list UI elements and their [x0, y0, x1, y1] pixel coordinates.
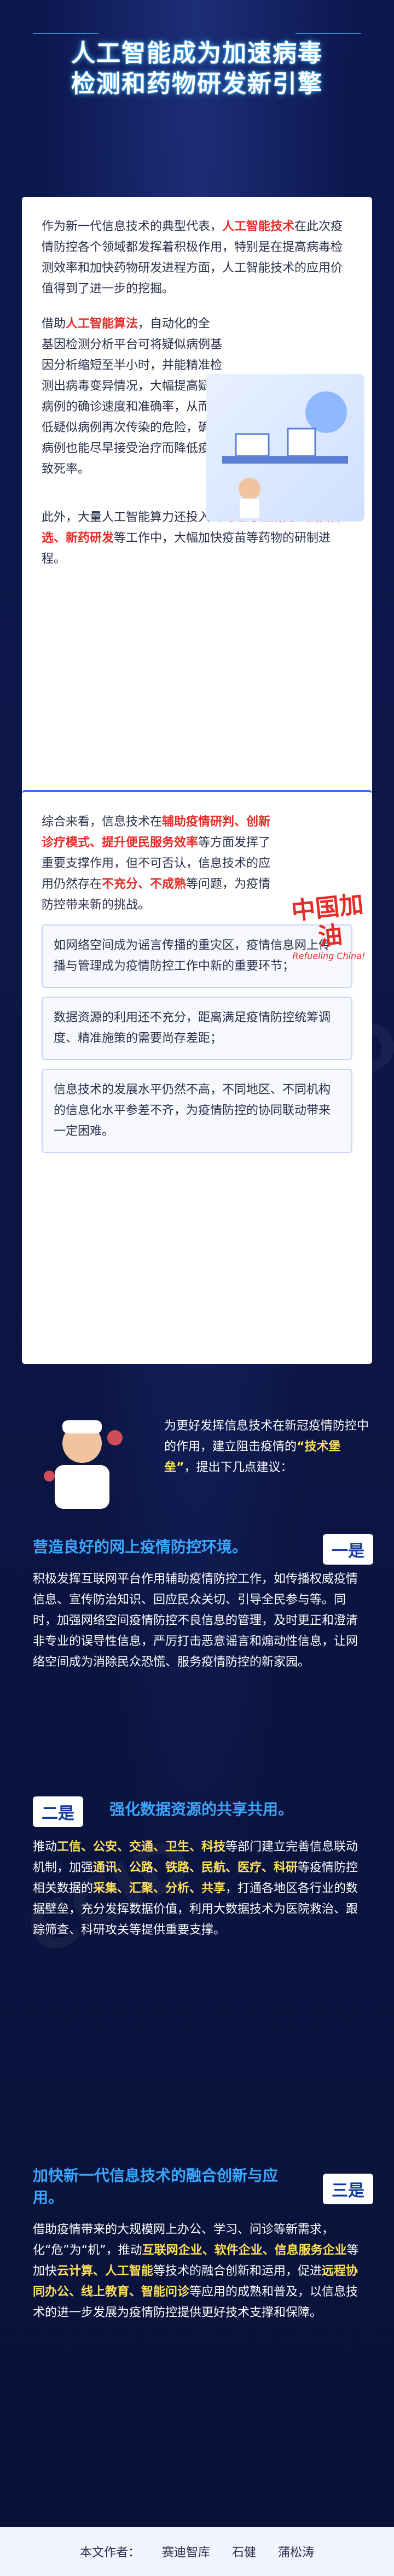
lab-illustration [206, 374, 364, 522]
author-footer: 本文作者： 赛迪智库 石健 蒲松涛 [0, 2527, 394, 2576]
intro-text: 为更好发挥信息技术在新冠疫情防控中的作用，建立阻击疫情的“技术堡垒”，提出下几点… [164, 1416, 372, 1478]
highlight: 采集、汇聚、分析、共享 [93, 1882, 226, 1895]
title-line-2: 检测和药物研发新引擎 [71, 70, 323, 98]
section-heading: 营造良好的网上疫情防控环境。 [33, 1538, 248, 1556]
author-name: 石健 [232, 2546, 257, 2560]
recommendations-intro: 为更好发挥信息技术在新冠疫情防控中的作用，建立阻击疫情的“技术堡垒”，提出下几点… [0, 1410, 394, 1520]
lab-icon [222, 391, 348, 518]
paragraph-1: 作为新一代信息技术的典型代表，人工智能技术在此次疫情防控各个领域都发挥着积极作用… [42, 216, 352, 300]
issue-text: 信息技术的发展水平仍然不高，不同地区、不同机构的信息化水平参差不齐，为疫情防控的… [54, 1083, 331, 1138]
doctor-illustration [33, 1410, 131, 1514]
author-org: 赛迪智库 [161, 2546, 210, 2560]
text: 综合来看，信息技术在 [42, 815, 163, 829]
text: 推动 [33, 1840, 57, 1854]
badge-chinese: 中国加油 [289, 890, 365, 952]
text: 此外，大量人工智能算力还投入到 [42, 511, 223, 524]
section-body: 推动工信、公安、交通、卫生、科技等部门建立完善信息联动机制，加强通讯、公路、铁路… [33, 1837, 361, 1941]
highlight: 人工智能算法 [66, 317, 138, 331]
refueling-china-badge: 中国加油 Refueling China! [282, 890, 375, 961]
section-heading: 强化数据资源的共享共用。 [109, 1800, 294, 1818]
paragraph-2: 借助人工智能算法，自动化的全基因检测分析平台可将疑似病例基因分析缩短至半小时，并… [42, 314, 222, 480]
title-deco-line [296, 33, 361, 34]
ai-intro-panel: 作为新一代信息技术的典型代表，人工智能技术在此次疫情防控各个领域都发挥着积极作用… [22, 197, 372, 886]
highlight: 不充分、不成熟 [102, 877, 187, 891]
summary-paragraph: 综合来看，信息技术在辅助疫情研判、创新诊疗模式、提升便民服务效率等方面发挥了重要… [42, 812, 277, 916]
author-label: 本文作者： [79, 2546, 140, 2560]
section-heading: 加快新一代信息技术的融合创新与应用。 [33, 2167, 279, 2206]
issue-box-2: 数据资源的利用还不充分，距离满足疫情防控统筹调度、精准施策的需要尚存差距； [42, 997, 352, 1060]
section-number: 二是 [33, 1796, 83, 1827]
highlight: 通讯、公路、铁路、民航、医疗、科研 [93, 1861, 298, 1875]
title-line-1: 人工智能成为加速病毒 [71, 39, 323, 67]
section-body: 积极发挥互联网平台作用辅助疫情防控工作，如传播权威疫情信息、宣传防治知识、回应民… [33, 1572, 358, 1669]
section-number: 三是 [323, 2174, 373, 2204]
text: ，自动化的全基因检测分析平台可将疑似病例基因分析缩短至半小时，并能精准检测出病毒… [42, 317, 223, 476]
text: 等技术的融合创新和运用，促进 [153, 2264, 322, 2278]
challenges-panel: 综合来看，信息技术在辅助疫情研判、创新诊疗模式、提升便民服务效率等方面发挥了重要… [22, 790, 372, 1364]
text: ，提出下几点建议： [184, 1461, 293, 1474]
doctor-icon [44, 1420, 123, 1509]
text: 作为新一代信息技术的典型代表， [42, 220, 223, 233]
page-title: 人工智能成为加速病毒 检测和药物研发新引擎 [0, 38, 394, 99]
issue-text: 数据资源的利用还不充分，距离满足疫情防控统筹调度、精准施策的需要尚存差距； [54, 1011, 331, 1045]
highlight: 人工智能技术 [222, 220, 295, 233]
highlight: 工信、公安、交通、卫生、科技 [57, 1840, 226, 1854]
highlight: 互联网企业、软件企业、信息服务企业 [142, 2244, 347, 2257]
title-deco-line [33, 33, 99, 34]
section-number: 一是 [323, 1534, 373, 1565]
issue-box-3: 信息技术的发展水平仍然不高，不同地区、不同机构的信息化水平参差不齐，为疫情防控的… [42, 1069, 352, 1153]
author-name: 蒲松涛 [278, 2546, 315, 2560]
highlight: 云计算、人工智能 [57, 2264, 154, 2278]
text: 借助 [42, 317, 66, 331]
section-body: 借助疫情带来的大规模网上办公、学习、问诊等新需求，化“危”为“机”，推动互联网企… [33, 2220, 361, 2323]
